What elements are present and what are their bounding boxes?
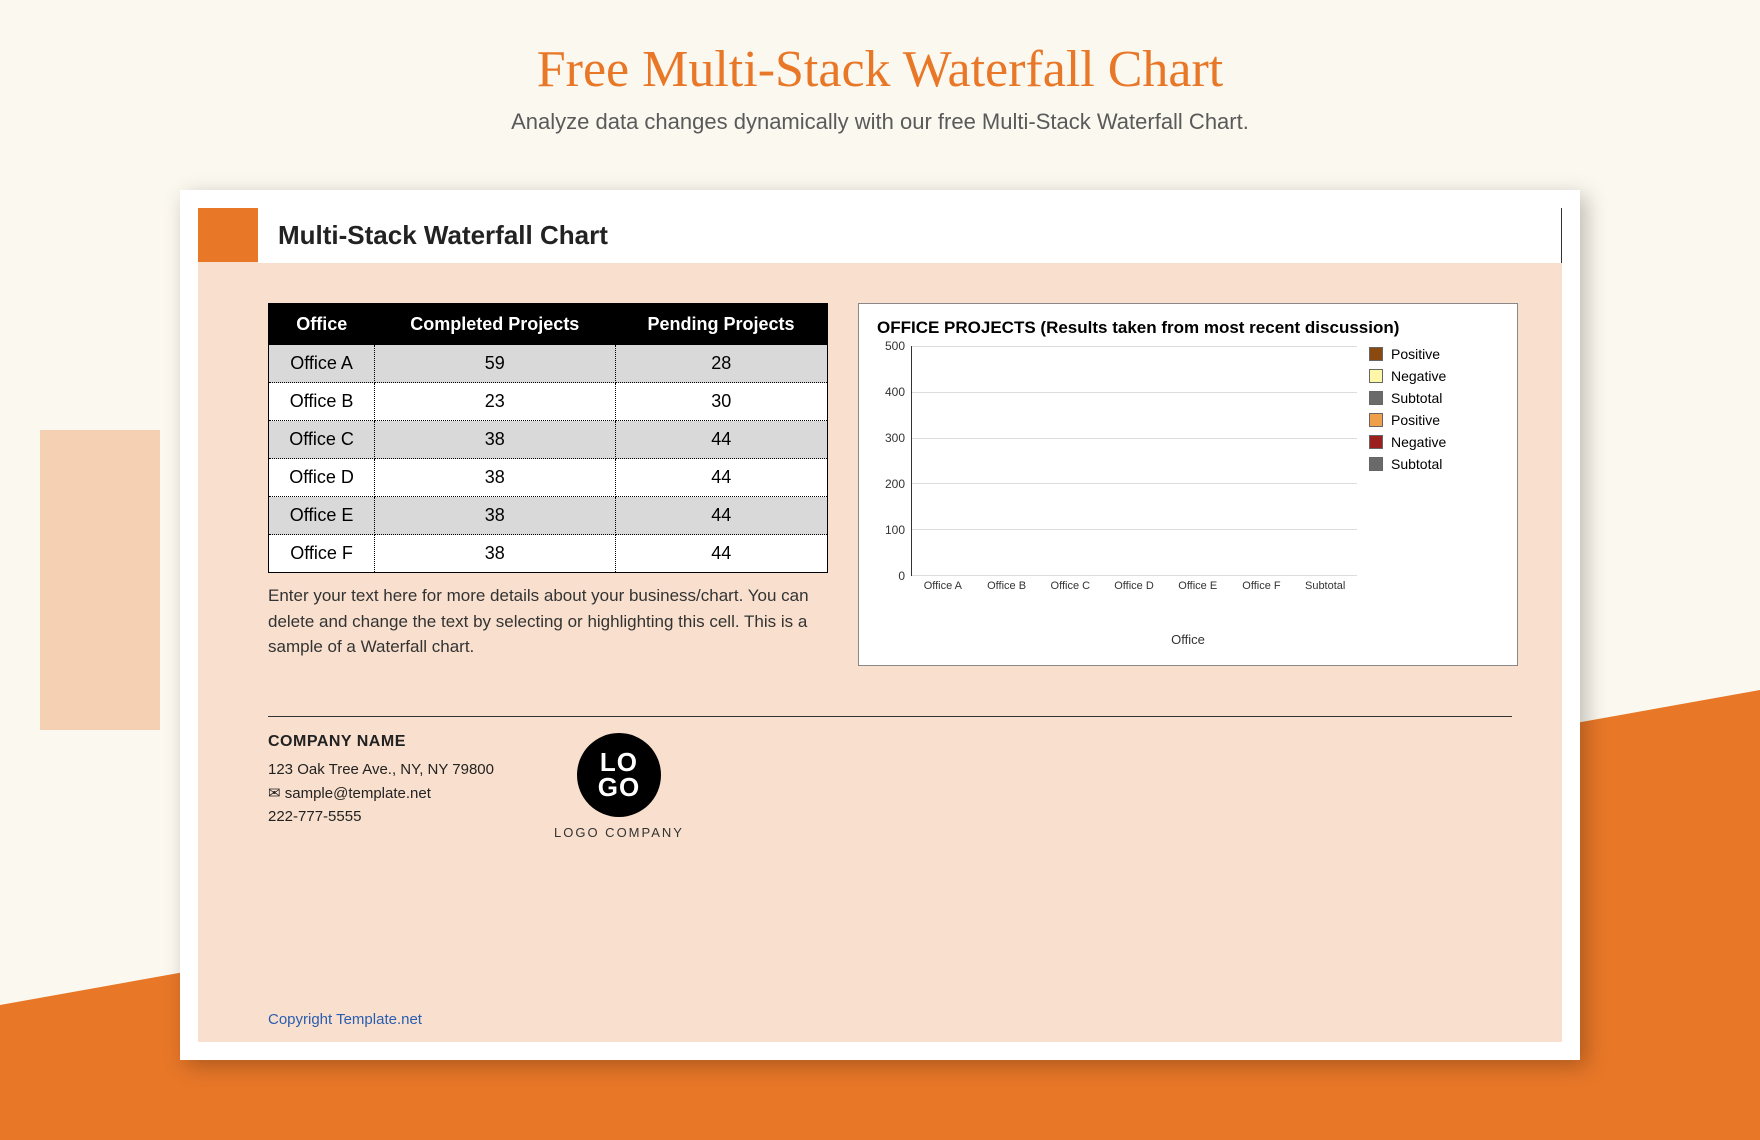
x-label: Office A	[911, 576, 975, 606]
legend-label: Subtotal	[1391, 456, 1442, 472]
table-cell: Office E	[269, 497, 375, 535]
table-cell: Office F	[269, 535, 375, 573]
table-cell: 38	[375, 459, 615, 497]
y-tick: 0	[898, 569, 905, 583]
chart-box-title: OFFICE PROJECTS (Results taken from most…	[877, 318, 1499, 338]
table-cell: Office D	[269, 459, 375, 497]
legend-item: Negative	[1369, 368, 1499, 384]
company-email: ✉ sample@template.net	[268, 784, 494, 802]
company-block: COMPANY NAME 123 Oak Tree Ave., NY, NY 7…	[268, 733, 494, 831]
table-row: Office A5928	[269, 345, 828, 383]
legend-label: Negative	[1391, 434, 1446, 450]
company-address: 123 Oak Tree Ave., NY, NY 79800	[268, 761, 494, 778]
page-title: Free Multi-Stack Waterfall Chart	[0, 0, 1760, 99]
table-cell: 38	[375, 497, 615, 535]
legend-item: Positive	[1369, 412, 1499, 428]
table-cell: 44	[615, 459, 828, 497]
table-row: Office F3844	[269, 535, 828, 573]
title-accent	[198, 208, 258, 262]
x-label: Office B	[975, 576, 1039, 606]
copyright-link[interactable]: Copyright Template.net	[268, 1011, 422, 1028]
table-cell: 59	[375, 345, 615, 383]
company-name: COMPANY NAME	[268, 733, 494, 751]
legend-swatch	[1369, 435, 1383, 449]
legend-swatch	[1369, 347, 1383, 361]
x-label: Office E	[1166, 576, 1230, 606]
logo-icon: LO GO	[577, 733, 661, 817]
table-row: Office C3844	[269, 421, 828, 459]
table-cell: 44	[615, 535, 828, 573]
table-row: Office D3844	[269, 459, 828, 497]
legend-label: Positive	[1391, 346, 1440, 362]
chart-legend: Positive Negative Subtotal Positive Negative…	[1357, 346, 1499, 606]
card-inner: Multi-Stack Waterfall Chart Office Compl…	[198, 208, 1562, 1042]
company-phone: 222-777-5555	[268, 808, 494, 825]
legend-label: Subtotal	[1391, 390, 1442, 406]
chart-plot: 0100200300400500 Office AOffice BOffice …	[877, 346, 1357, 606]
x-label: Office C	[1038, 576, 1102, 606]
y-tick: 300	[885, 431, 905, 445]
table-cell: 38	[375, 535, 615, 573]
table-cell: 38	[375, 421, 615, 459]
bg-peach-block	[40, 430, 160, 730]
page-subtitle: Analyze data changes dynamically with ou…	[0, 99, 1760, 135]
mail-icon: ✉	[268, 785, 285, 802]
legend-item: Positive	[1369, 346, 1499, 362]
th-pending: Pending Projects	[615, 304, 828, 346]
table-cell: 44	[615, 497, 828, 535]
legend-swatch	[1369, 391, 1383, 405]
y-tick: 100	[885, 523, 905, 537]
x-label: Office F	[1230, 576, 1294, 606]
legend-label: Negative	[1391, 368, 1446, 384]
legend-label: Positive	[1391, 412, 1440, 428]
table-cell: 28	[615, 345, 828, 383]
table-cell: Office A	[269, 345, 375, 383]
table-row: Office B2330	[269, 383, 828, 421]
x-label: Subtotal	[1293, 576, 1357, 606]
chart-title: Multi-Stack Waterfall Chart	[258, 208, 1562, 263]
legend-item: Subtotal	[1369, 456, 1499, 472]
x-label: Office D	[1102, 576, 1166, 606]
table-cell: 30	[615, 383, 828, 421]
y-tick: 400	[885, 385, 905, 399]
table-note: Enter your text here for more details ab…	[268, 583, 828, 660]
y-tick: 200	[885, 477, 905, 491]
table-cell: 44	[615, 421, 828, 459]
th-completed: Completed Projects	[375, 304, 615, 346]
logo-label: LOGO COMPANY	[554, 825, 684, 840]
template-card: Multi-Stack Waterfall Chart Office Compl…	[180, 190, 1580, 1060]
table-row: Office E3844	[269, 497, 828, 535]
table-cell: 23	[375, 383, 615, 421]
legend-swatch	[1369, 413, 1383, 427]
legend-item: Subtotal	[1369, 390, 1499, 406]
th-office: Office	[269, 304, 375, 346]
table-cell: Office B	[269, 383, 375, 421]
table-cell: Office C	[269, 421, 375, 459]
x-axis-title: Office	[877, 632, 1499, 647]
logo-block: LO GO LOGO COMPANY	[554, 733, 684, 840]
data-table: Office Completed Projects Pending Projec…	[268, 303, 828, 573]
y-tick: 500	[885, 339, 905, 353]
chart-title-bar: Multi-Stack Waterfall Chart	[198, 208, 1562, 263]
chart-box: OFFICE PROJECTS (Results taken from most…	[858, 303, 1518, 666]
legend-swatch	[1369, 457, 1383, 471]
legend-item: Negative	[1369, 434, 1499, 450]
legend-swatch	[1369, 369, 1383, 383]
